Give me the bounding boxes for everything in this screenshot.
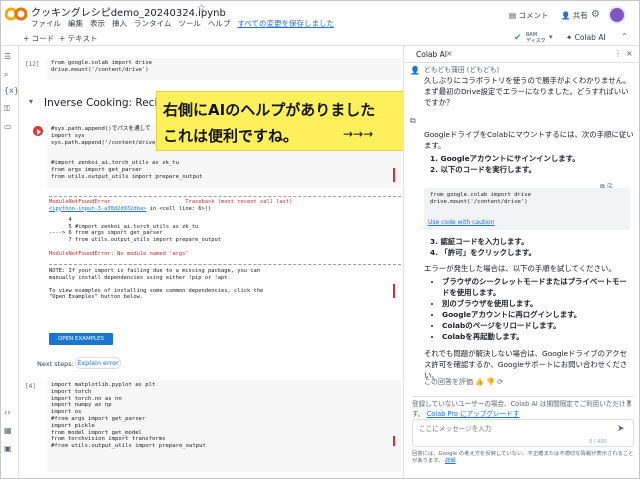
traceback-lines: 4 5 #import zenkoi_ai.torch_utils as zk_… bbox=[49, 217, 222, 243]
menu-tools[interactable]: ツール bbox=[178, 18, 201, 28]
terminal-icon[interactable]: ▣ bbox=[4, 444, 12, 453]
run-cell-button[interactable] bbox=[33, 126, 43, 136]
secrets-key-icon[interactable]: ⚿ bbox=[4, 104, 10, 114]
annotation-arrow: →→→ bbox=[343, 127, 374, 141]
annotation-line-2: これは便利ですね。 bbox=[163, 127, 299, 145]
thumb-down-icon[interactable]: 👎 bbox=[486, 378, 495, 386]
toc-icon[interactable]: ☰ bbox=[4, 52, 11, 61]
trial-notice: 登録していないユーザーの場合、Colab AI は期間限定でご利用いただけます。… bbox=[412, 396, 634, 418]
chevron-down-icon[interactable]: ▾ bbox=[549, 33, 553, 41]
message-input-box: ➤ 0 / 400 bbox=[412, 419, 634, 447]
menu-view[interactable]: 表示 bbox=[90, 18, 105, 28]
annotation-callout: 右側にAIのヘルプがありました これは便利ですね。 →→→ bbox=[156, 91, 404, 151]
sparkle-icon: ✦ bbox=[566, 33, 575, 42]
code-cell-drive-mount[interactable]: [12] from google.colab import drive driv… bbox=[25, 58, 401, 80]
list-item: Googleアカウントに再ログインします。 bbox=[442, 309, 630, 320]
traceback-link[interactable]: <ipython-input-3-a30d2d932dba> bbox=[49, 206, 146, 212]
annotation-line-1: 右側にAIのヘルプがありました bbox=[163, 101, 376, 119]
save-status-link[interactable]: すべての変更を保存しました bbox=[237, 18, 334, 28]
close-icon[interactable]: × bbox=[626, 398, 632, 406]
explain-error-button[interactable]: Explain error bbox=[75, 357, 121, 369]
star-icon[interactable]: ☆ bbox=[197, 3, 206, 14]
person-add-icon: 👤 bbox=[561, 11, 573, 20]
colab-window: クッキングレシピdemo_20240324.ipynb ☆ ファイル 編集 表示… bbox=[0, 0, 640, 479]
disclaimer: 回答には、Google の考え方を反映していない、不正確または不適切な情報が表示… bbox=[412, 451, 634, 464]
list-item: 3. 認証コードを入力します。 bbox=[430, 237, 529, 246]
app-header: クッキングレシピdemo_20240324.ipynb ☆ ファイル 編集 表示… bbox=[1, 1, 639, 31]
share-button[interactable]: 👤 共有 bbox=[561, 10, 588, 21]
search-icon[interactable]: ⌕ bbox=[4, 70, 8, 80]
list-item: 別のブラウザを使用します。 bbox=[442, 298, 630, 309]
colab-ai-panel: Colab AI × ⋮ × 👤 どもども蒲田 (どもども) 久しぶりにコラボラ… bbox=[403, 46, 639, 478]
panel-title: Colab AI bbox=[416, 50, 447, 59]
cell-code[interactable]: import matplotlib.pyplot as plt import t… bbox=[47, 380, 401, 472]
variables-icon[interactable]: {x} bbox=[4, 86, 19, 95]
menu-runtime[interactable]: ランタイム bbox=[134, 18, 171, 28]
ai-intro: GoogleドライブをColabにマウントするには、次の手順に従います。 bbox=[424, 130, 634, 150]
steps-list-b: 3. 認証コードを入力します。 4. 「許可」をクリックします。 bbox=[430, 236, 630, 258]
code-cell-libraries[interactable]: [4] import matplotlib.pyplot as plt impo… bbox=[25, 380, 401, 472]
refresh-icon[interactable]: ⟳ bbox=[497, 378, 503, 386]
gear-icon[interactable]: ⚙ bbox=[591, 9, 600, 20]
char-counter: 0 / 400 bbox=[589, 439, 607, 445]
list-item: Colabのページをリロードします。 bbox=[442, 320, 630, 331]
notebook-toolbar: + コード + テキスト ✔ RAM ディスク ▾ ✦ Colab AI ⌃ bbox=[1, 31, 639, 46]
list-item: 4. 「許可」をクリックします。 bbox=[430, 248, 536, 257]
send-icon[interactable]: ➤ bbox=[617, 424, 625, 434]
close-panel-icon[interactable]: × bbox=[626, 49, 633, 58]
colab-logo-icon bbox=[5, 7, 27, 21]
code-snippets-icon[interactable]: ‹› bbox=[4, 408, 10, 417]
colab-ai-icon: ⧉ bbox=[410, 116, 416, 125]
rate-row: この回答を評価 👍 👎 ⟳ bbox=[424, 378, 504, 386]
cell-prompt: [4] bbox=[25, 383, 36, 390]
comment-button[interactable]: ▤ コメント bbox=[509, 10, 548, 21]
error-message: ModuleNotFoundError: No module named 'ar… bbox=[49, 251, 189, 257]
more-vert-icon[interactable]: ⋮ bbox=[614, 49, 622, 58]
user-icon: 👤 bbox=[410, 66, 420, 75]
cell-output-error: ModuleNotFoundError Traceback (most rece… bbox=[49, 196, 401, 212]
close-icon[interactable]: × bbox=[446, 49, 453, 58]
open-examples-button[interactable]: OPEN EXAMPLES bbox=[49, 333, 113, 345]
list-item: 2. 以下のコードを実行します。 bbox=[430, 165, 536, 174]
menu-insert[interactable]: 挿入 bbox=[112, 18, 127, 28]
scroll-indicator bbox=[393, 284, 395, 298]
scroll-indicator bbox=[393, 436, 395, 446]
upgrade-link[interactable]: Colab Pro にアップグレードす bbox=[427, 410, 520, 418]
chevron-down-icon[interactable]: ▾ bbox=[29, 97, 33, 106]
ram-disk-indicator[interactable]: RAM ディスク bbox=[526, 32, 546, 44]
use-code-link[interactable]: Use code with caution bbox=[428, 219, 494, 226]
avatar[interactable] bbox=[608, 6, 626, 24]
details-link[interactable]: 詳細 bbox=[445, 458, 456, 464]
message-input[interactable] bbox=[419, 425, 599, 433]
menu-help[interactable]: ヘルプ bbox=[208, 18, 231, 28]
list-item: ブラウザのシークレットモードまたはプライベートモードを使用します。 bbox=[442, 276, 630, 298]
menu-file[interactable]: ファイル bbox=[31, 18, 61, 28]
scroll-indicator bbox=[393, 168, 395, 182]
menu-edit[interactable]: 編集 bbox=[68, 18, 83, 28]
check-icon: ✔ bbox=[514, 33, 522, 43]
next-steps-label: Next steps: bbox=[37, 360, 74, 368]
list-item: Colabを再起動します。 bbox=[442, 331, 630, 342]
tips-list: ブラウザのシークレットモードまたはプライベートモードを使用します。 別のブラウザ… bbox=[432, 276, 630, 342]
add-code-button[interactable]: + コード bbox=[23, 33, 54, 44]
cell-prompt: [12] bbox=[25, 61, 40, 68]
left-sidebar: ☰ ⌕ {x} ⚿ ▭ ‹› ▦ ▣ bbox=[1, 46, 19, 478]
menu-bar: ファイル 編集 表示 挿入 ランタイム ツール ヘルプ すべての変更を保存しまし… bbox=[31, 18, 334, 28]
add-text-button[interactable]: + テキスト bbox=[59, 33, 97, 44]
command-palette-icon[interactable]: ▦ bbox=[4, 426, 12, 435]
cell-code[interactable]: from google.colab import drive drive.mou… bbox=[47, 58, 401, 80]
error-intro: エラーが発生した場合は、以下の手順を試してください。 bbox=[424, 264, 616, 273]
colab-ai-button[interactable]: ✦ Colab AI bbox=[566, 33, 606, 42]
steps-list-a: 1. Googleアカウントにサインインします。 2. 以下のコードを実行します… bbox=[430, 153, 630, 175]
error-note: NOTE: If your import is failing due to a… bbox=[49, 264, 401, 301]
user-message: 久しぶりにコラボラトリを使うので勝手がよくわかりません。まず最初のDrive設定… bbox=[424, 76, 631, 107]
panel-divider bbox=[404, 62, 639, 63]
collapse-header-icon[interactable]: ⌃ bbox=[621, 32, 628, 41]
thumb-up-icon[interactable]: 👍 bbox=[475, 378, 484, 386]
folder-icon[interactable]: ▭ bbox=[4, 122, 12, 131]
list-item: 1. Googleアカウントにサインインします。 bbox=[430, 154, 580, 163]
